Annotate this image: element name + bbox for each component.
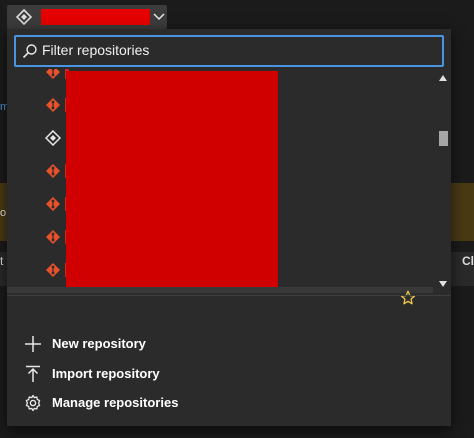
list-scrollbar[interactable] [435, 69, 451, 293]
import-repository-label: Import repository [52, 366, 160, 381]
import-icon [26, 365, 40, 382]
plus-icon [25, 336, 41, 352]
repository-dropdown: New repository Import repository Manage … [7, 29, 451, 426]
background-row-fragment-right: Cl [462, 254, 474, 268]
new-repository-label: New repository [52, 336, 146, 351]
dropdown-divider [7, 295, 451, 296]
new-repository-button[interactable]: New repository [7, 329, 451, 359]
manage-repositories-button[interactable]: Manage repositories [7, 388, 451, 418]
git-icon [46, 230, 60, 244]
filter-repositories-input[interactable] [42, 40, 432, 60]
git-icon [46, 164, 60, 178]
git-icon [46, 98, 60, 112]
devops-repo-icon [45, 130, 61, 146]
background-banner-fragment: o [0, 207, 7, 219]
redacted-repository-names [66, 71, 278, 287]
repository-selector-name [41, 9, 150, 25]
chevron-down-icon [153, 13, 165, 21]
scrollbar-thumb[interactable] [439, 131, 448, 146]
gear-icon [25, 394, 41, 412]
git-icon [46, 197, 60, 211]
star-icon[interactable] [400, 290, 416, 306]
repository-selector-button[interactable] [7, 5, 167, 29]
scroll-up-arrow-icon[interactable] [439, 75, 447, 81]
scroll-down-arrow-icon[interactable] [439, 281, 447, 287]
search-icon [22, 44, 37, 59]
filter-repositories-box[interactable] [14, 35, 444, 67]
git-icon [46, 69, 60, 79]
repository-item-selected[interactable] [7, 287, 433, 293]
import-repository-button[interactable]: Import repository [7, 359, 451, 389]
manage-repositories-label: Manage repositories [52, 395, 179, 410]
background-row-fragment-left: t [0, 254, 4, 268]
repo-icon [15, 9, 33, 25]
git-icon [46, 263, 60, 277]
